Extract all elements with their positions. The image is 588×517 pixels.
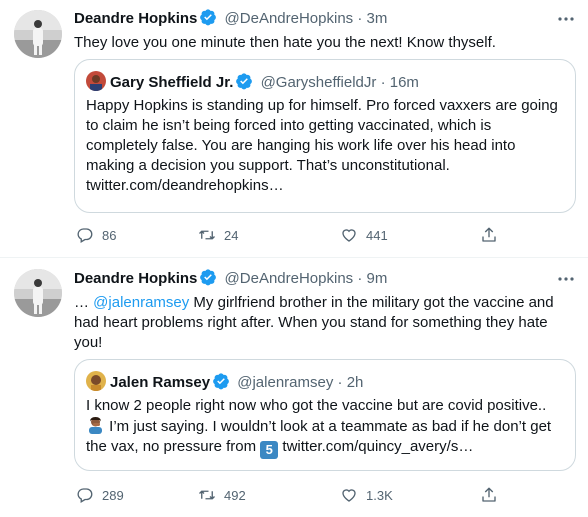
quoted-tweet-text: Happy Hopkins is standing up for himself… [86,97,558,194]
author-handle[interactable]: @DeAndreHopkins [225,10,354,27]
tweet-time[interactable]: 9m [367,270,388,287]
retweet-icon [199,490,215,500]
retweet-icon [199,230,215,240]
tweet-actions: 289 492 1.3K [74,486,504,506]
separator-dot: · [337,374,343,391]
author-name[interactable]: Deandre Hopkins [74,270,197,287]
quoted-tweet[interactable]: Gary Sheffield Jr. @GarysheffieldJr · 16… [74,59,576,213]
man-facepalming-emoji [86,416,105,434]
mention-link[interactable]: @jalenramsey [93,294,189,311]
avatar[interactable] [14,10,62,58]
separator-dot: · [380,74,386,91]
like-button[interactable]: 1.3K [340,486,393,506]
tweet[interactable]: Deandre Hopkins @DeAndreHopkins · 3m The… [0,0,588,258]
quoted-tweet[interactable]: Jalen Ramsey @jalenramsey · 2h I know 2 … [74,359,576,471]
share-button[interactable] [480,486,506,506]
quoted-tweet-header: Jalen Ramsey @jalenramsey · 2h [86,371,363,391]
separator-dot: · [357,270,363,287]
more-options-icon[interactable] [556,268,576,290]
quoted-tweet-header: Gary Sheffield Jr. @GarysheffieldJr · 16… [86,71,419,91]
quoted-author-handle: @jalenramsey [237,374,334,391]
tweet-time[interactable]: 3m [367,10,388,27]
like-count: 441 [366,228,388,243]
author-handle[interactable]: @DeAndreHopkins [225,270,354,287]
retweet-count: 492 [224,488,246,503]
tweet-text-prefix: … [74,294,94,311]
tweet[interactable]: Deandre Hopkins @DeAndreHopkins · 9m … @… [0,258,588,517]
like-button[interactable]: 441 [340,226,388,246]
separator-dot: · [357,10,363,27]
tweet-header: Deandre Hopkins @DeAndreHopkins · 9m [74,268,576,290]
share-icon [482,227,496,242]
quoted-text-line1: I know 2 people right now who got the va… [86,397,547,414]
verified-badge-icon [199,8,217,26]
reply-count: 86 [102,228,117,243]
quoted-text-part3: twitter.com/quincy_avery/s… [278,438,474,455]
reply-button[interactable]: 289 [76,486,124,506]
quoted-author-name: Gary Sheffield Jr. [110,74,234,91]
share-icon [482,487,496,502]
tweet-text: … @jalenramsey My girlfriend brother in … [74,293,574,353]
verified-badge-icon [212,372,230,390]
verified-badge-icon [199,268,217,286]
quoted-tweet-text: I know 2 people right now who got the va… [86,396,565,459]
tweet-actions: 86 24 441 [74,226,504,246]
tweet-header: Deandre Hopkins @DeAndreHopkins · 3m [74,8,576,30]
author-name[interactable]: Deandre Hopkins [74,10,197,27]
more-options-icon[interactable] [556,8,576,30]
retweet-count: 24 [224,228,239,243]
quoted-avatar [86,371,106,391]
quoted-avatar [86,71,106,91]
like-icon [342,489,356,502]
reply-button[interactable]: 86 [76,226,116,246]
like-icon [342,229,356,242]
retweet-button[interactable]: 492 [198,486,246,506]
reply-count: 289 [102,488,124,503]
reply-icon [77,228,93,243]
retweet-button[interactable]: 24 [198,226,238,246]
verified-badge-icon [235,72,253,90]
tweet-text: They love you one minute then hate you t… [74,34,496,51]
avatar[interactable] [14,269,62,317]
keycap-5-emoji: 5 [260,441,279,459]
share-button[interactable] [480,226,506,246]
quoted-author-handle: @GarysheffieldJr [260,74,377,91]
quoted-tweet-time: 2h [346,374,364,391]
quoted-author-name: Jalen Ramsey [110,374,211,391]
like-count: 1.3K [366,488,393,503]
quoted-tweet-time: 16m [389,74,419,91]
reply-icon [77,488,93,503]
